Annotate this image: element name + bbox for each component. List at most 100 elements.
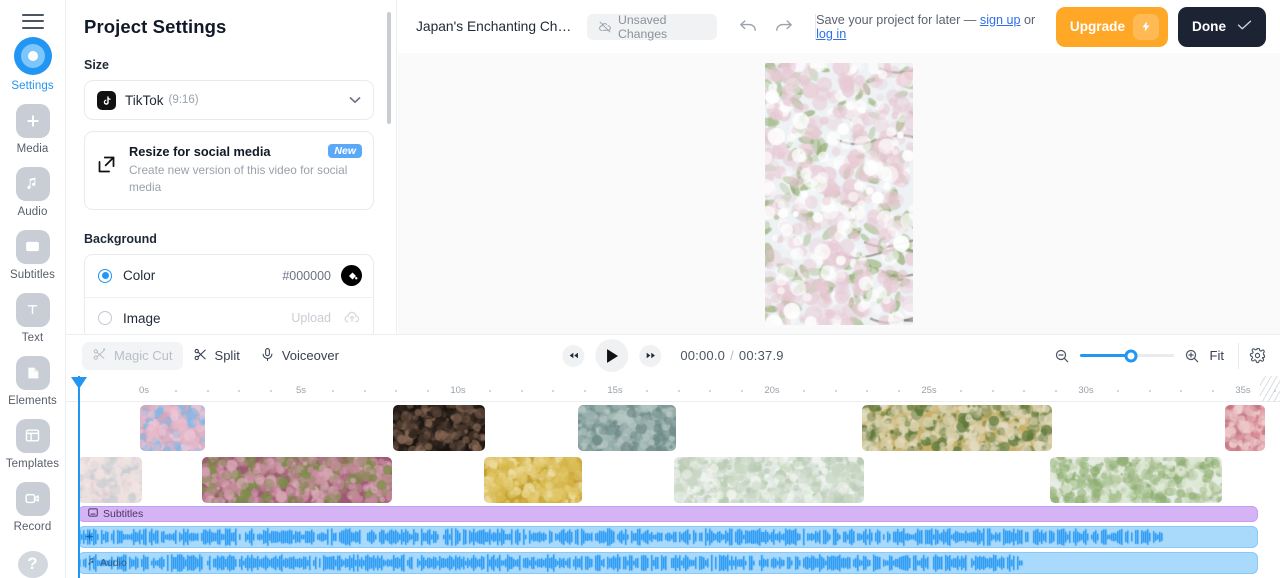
size-value: TikTok [125, 92, 164, 108]
timeline[interactable]: 0s 5s 10s 15s 20s 25s 30s 35s Subtitles Audio [66, 376, 1280, 578]
timeline-clip[interactable] [578, 405, 676, 451]
ruler-tick: 5s [295, 385, 307, 396]
redo-arrow-icon[interactable] [771, 14, 797, 40]
ruler-tick: 30s [1078, 385, 1094, 396]
zoom-out-icon[interactable] [1054, 348, 1070, 364]
external-link-icon [96, 154, 118, 196]
sidebar-item-elements[interactable]: Elements [0, 355, 66, 407]
radio-color[interactable] [98, 268, 112, 283]
fast-forward-icon[interactable] [639, 344, 662, 367]
settings-target-icon [13, 36, 52, 75]
rewind-icon[interactable] [562, 344, 585, 367]
clip-thumbnail [578, 405, 676, 451]
zoom-slider[interactable] [1079, 349, 1174, 362]
background-option-image[interactable]: Image Upload [85, 296, 373, 335]
sidebar-item-subtitles[interactable]: Subtitles [0, 229, 66, 281]
timeline-clip[interactable] [484, 457, 582, 503]
project-title[interactable]: Japan's Enchanting Cherry... [416, 19, 573, 34]
zoom-slider-knob[interactable] [1124, 349, 1138, 362]
unsaved-changes-label: Unsaved Changes [617, 12, 668, 41]
video-track-upper[interactable] [66, 402, 1280, 454]
timeline-clip[interactable] [1050, 457, 1222, 503]
sidebar-item-text[interactable]: Text [0, 292, 66, 344]
magic-scissors-icon [92, 347, 107, 365]
unsaved-changes-badge[interactable]: Unsaved Changes [586, 12, 718, 41]
playback-transport: 00:00.0 / 00:37.9 [562, 339, 783, 372]
save-note-prefix: Save your project for later — [816, 12, 977, 27]
sidebar-item-settings[interactable]: Settings [0, 36, 66, 92]
sign-up-link[interactable]: sign up [980, 13, 1021, 27]
play-button[interactable] [595, 339, 629, 372]
cloud-off-icon [598, 20, 612, 34]
sidebar-item-media[interactable]: Media [0, 103, 66, 155]
clip-thumbnail [1225, 405, 1265, 451]
sidebar-item-label: Record [13, 520, 52, 533]
gear-icon[interactable] [1249, 347, 1266, 364]
timeline-clip[interactable] [1225, 405, 1265, 451]
upgrade-label: Upgrade [1069, 19, 1126, 34]
paint-bucket-icon[interactable] [341, 265, 362, 286]
sidebar-item-label: Text [21, 331, 44, 344]
cloud-upload-icon[interactable] [341, 308, 362, 329]
radio-image[interactable] [98, 311, 112, 325]
ruler-subtick [395, 390, 398, 392]
sidebar-item-record[interactable]: Record [0, 481, 66, 533]
size-select[interactable]: TikTok (9:16) [84, 80, 374, 120]
video-canvas[interactable] [765, 62, 913, 325]
background-section-label: Background [84, 231, 157, 246]
timeline-clip[interactable] [202, 457, 392, 503]
hamburger-menu-icon[interactable] [21, 14, 44, 29]
subtitle-box-icon [88, 508, 98, 520]
text-t-icon [15, 292, 50, 327]
ruler-subtick [991, 390, 994, 392]
timeline-ruler[interactable]: 0s 5s 10s 15s 20s 25s 30s 35s [66, 376, 1280, 402]
ruler-tick: 20s [764, 385, 780, 396]
clip-thumbnail [862, 405, 1052, 451]
magic-cut-label: Magic Cut [114, 348, 173, 363]
subtitle-waveform-bar[interactable] [78, 526, 1258, 548]
ruler-subtick [363, 390, 366, 392]
ruler-tick: 25s [921, 385, 937, 396]
upgrade-button[interactable]: Upgrade [1055, 6, 1169, 47]
log-in-link[interactable]: log in [816, 27, 846, 41]
checkmark-icon [1237, 19, 1252, 34]
timeline-clip[interactable] [140, 405, 205, 451]
split-label: Split [214, 348, 240, 363]
project-settings-panel: Project Settings Size TikTok (9:16) Resi… [66, 0, 397, 334]
save-note-or: or [1024, 12, 1036, 27]
new-badge: New [328, 144, 362, 158]
voiceover-button[interactable]: Voiceover [250, 342, 349, 370]
subtitles-track-bar[interactable]: Subtitles [78, 506, 1258, 522]
audio-track-bar[interactable]: Audio [78, 552, 1258, 574]
timeline-clip[interactable] [393, 405, 485, 451]
clip-thumbnail [140, 405, 205, 451]
top-header-bar: Japan's Enchanting Cherry... Unsaved Cha… [398, 0, 1280, 53]
zoom-in-icon[interactable] [1184, 348, 1200, 364]
ruler-tick: 0s [138, 385, 150, 396]
done-button[interactable]: Done [1178, 6, 1266, 47]
panel-scrollbar[interactable] [387, 12, 391, 124]
voiceover-label: Voiceover [281, 348, 339, 363]
playhead-line[interactable] [78, 376, 80, 578]
background-option-color[interactable]: Color #000000 [85, 255, 373, 297]
timeline-clip[interactable] [862, 405, 1052, 451]
sidebar-item-templates[interactable]: Templates [0, 418, 66, 470]
ruler-subtick [1054, 390, 1057, 392]
magic-cut-button[interactable]: Magic Cut [82, 341, 183, 370]
ruler-subtick [1023, 390, 1026, 392]
help-icon[interactable]: ? [17, 550, 48, 578]
ruler-subtick [583, 390, 586, 392]
zoom-controls: Fit [1054, 342, 1266, 369]
sidebar-item-label: Settings [11, 79, 54, 92]
fit-button[interactable]: Fit [1210, 348, 1224, 363]
resize-for-social-media-card[interactable]: Resize for social media New Create new v… [84, 131, 374, 210]
audio-subtitle-tracks[interactable]: Subtitles Audio [66, 506, 1280, 578]
undo-arrow-icon[interactable] [735, 14, 761, 40]
background-option-color-label: Color [123, 268, 156, 283]
clip-thumbnail [78, 457, 142, 503]
timeline-clip[interactable] [78, 457, 142, 503]
split-button[interactable]: Split [183, 342, 250, 370]
timeline-clip[interactable] [674, 457, 864, 503]
sidebar-item-audio[interactable]: Audio [0, 166, 66, 218]
video-track-lower[interactable] [66, 454, 1280, 506]
